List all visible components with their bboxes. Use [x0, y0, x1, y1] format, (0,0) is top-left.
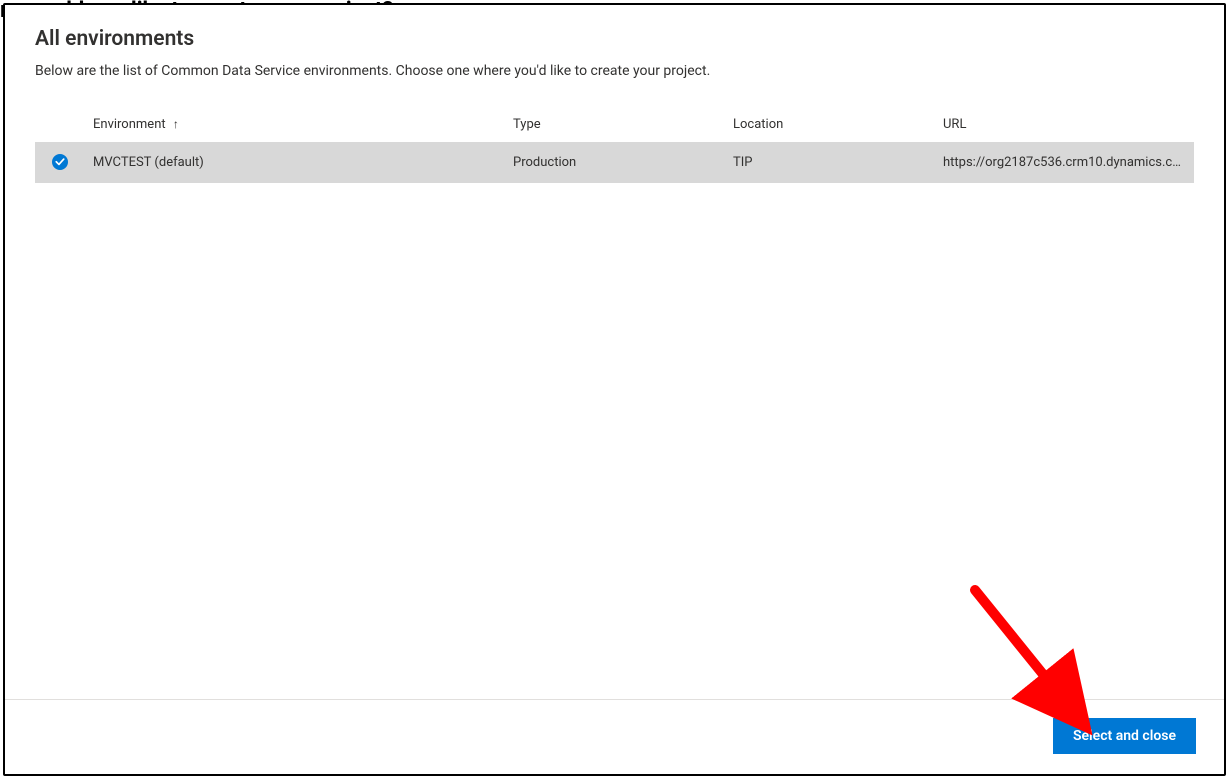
modal-subtitle: Below are the list of Common Data Servic… [35, 63, 1194, 79]
environments-table-container: Environment ↑ Type Location URL [5, 107, 1224, 699]
column-header-environment[interactable]: Environment ↑ [85, 107, 505, 142]
column-header-type-label: Type [513, 117, 541, 132]
row-select-cell[interactable] [35, 142, 85, 183]
cell-location: TIP [725, 142, 935, 183]
environments-table: Environment ↑ Type Location URL [35, 107, 1194, 183]
cell-url: https://org2187c536.crm10.dynamics.com/ [935, 142, 1194, 183]
column-header-url[interactable]: URL [935, 107, 1194, 142]
modal-title: All environments [35, 27, 1194, 51]
column-header-environment-label: Environment [93, 117, 166, 132]
select-and-close-button[interactable]: Select and close [1053, 718, 1196, 754]
column-header-url-label: URL [943, 117, 966, 132]
table-row[interactable]: MVCTEST (default) Production TIP https:/… [35, 142, 1194, 183]
column-header-location-label: Location [733, 117, 783, 132]
modal-header: All environments Below are the list of C… [5, 5, 1224, 107]
modal-footer: Select and close [5, 699, 1224, 774]
column-header-location[interactable]: Location [725, 107, 935, 142]
column-header-select [35, 107, 85, 142]
cell-environment: MVCTEST (default) [85, 142, 505, 183]
environment-picker-modal: All environments Below are the list of C… [3, 3, 1226, 776]
column-header-type[interactable]: Type [505, 107, 725, 142]
table-header-row: Environment ↑ Type Location URL [35, 107, 1194, 142]
cell-type: Production [505, 142, 725, 183]
selected-check-icon [52, 154, 68, 170]
sort-ascending-icon: ↑ [173, 117, 179, 131]
